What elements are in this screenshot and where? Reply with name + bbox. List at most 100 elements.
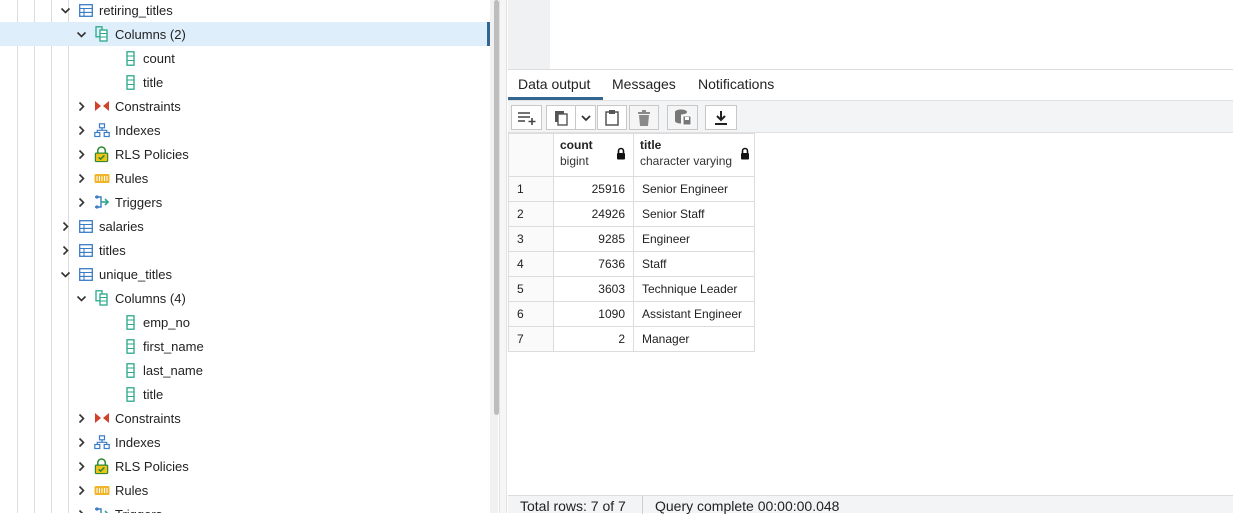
tree-item-indexes[interactable]: Indexes	[0, 430, 490, 454]
query-editor[interactable]	[508, 0, 1233, 69]
tree-item-rules[interactable]: Rules	[0, 166, 490, 190]
cell-count[interactable]: 7636	[553, 251, 634, 277]
row-number[interactable]: 2	[508, 201, 554, 227]
tree-item-rls-policies[interactable]: RLS Policies	[0, 454, 490, 478]
tree-item-rls-policies[interactable]: RLS Policies	[0, 142, 490, 166]
chevron-down-icon[interactable]	[74, 291, 88, 305]
save-data-button[interactable]	[667, 105, 698, 130]
row-number[interactable]: 6	[508, 301, 554, 327]
panel-splitter[interactable]	[499, 0, 507, 513]
table-row[interactable]: 3 9285 Engineer	[508, 226, 755, 252]
cell-title[interactable]: Senior Staff	[633, 201, 755, 227]
triggers-icon	[94, 506, 110, 513]
chevron-right-icon[interactable]	[74, 195, 88, 209]
chevron-down-icon[interactable]	[58, 267, 72, 281]
table-row[interactable]: 1 25916 Senior Engineer	[508, 176, 755, 202]
row-number[interactable]: 7	[508, 326, 554, 352]
cell-title[interactable]: Engineer	[633, 226, 755, 252]
table-row[interactable]: 2 24926 Senior Staff	[508, 201, 755, 227]
tree-item-last-name[interactable]: last_name	[0, 358, 490, 382]
column-icon	[122, 314, 138, 330]
cell-title[interactable]: Technique Leader	[633, 276, 755, 302]
tree-item-title[interactable]: title	[0, 382, 490, 406]
cell-title[interactable]: Senior Engineer	[633, 176, 755, 202]
tree-item-emp-no[interactable]: emp_no	[0, 310, 490, 334]
chevron-down-icon[interactable]	[58, 3, 72, 17]
column-icon	[122, 74, 138, 90]
tree-item-label: title	[143, 74, 164, 90]
paste-icon	[605, 110, 619, 126]
tree-item-titles[interactable]: titles	[0, 238, 490, 262]
chevron-right-icon[interactable]	[74, 459, 88, 473]
table-row[interactable]: 4 7636 Staff	[508, 251, 755, 277]
cell-title[interactable]: Staff	[633, 251, 755, 277]
table-row[interactable]: 5 3603 Technique Leader	[508, 276, 755, 302]
tree-item-constraints[interactable]: Constraints	[0, 406, 490, 430]
column-icon	[122, 362, 138, 378]
column-icon	[122, 338, 138, 354]
tree-item-unique-titles[interactable]: unique_titles	[0, 262, 490, 286]
column-header-title[interactable]: title character varying	[633, 133, 755, 177]
cell-title[interactable]: Manager	[633, 326, 755, 352]
chevron-right-icon[interactable]	[74, 411, 88, 425]
cell-title[interactable]: Assistant Engineer	[633, 301, 755, 327]
tab-data-output[interactable]: Data output	[518, 76, 590, 92]
copy-button[interactable]	[546, 105, 576, 130]
paste-button[interactable]	[597, 105, 627, 130]
download-button[interactable]	[705, 105, 737, 130]
result-tabs: Data output Messages Notifications	[508, 69, 1233, 100]
tree-item-label: retiring_titles	[99, 2, 173, 18]
chevron-right-icon[interactable]	[74, 483, 88, 497]
tree-item-rules[interactable]: Rules	[0, 478, 490, 502]
copy-options-dropdown[interactable]	[575, 105, 596, 130]
tree-item-label: Triggers	[115, 194, 163, 210]
data-output-toolbar	[508, 100, 1233, 133]
cell-count[interactable]: 24926	[553, 201, 634, 227]
row-number[interactable]: 1	[508, 176, 554, 202]
chevron-right-icon[interactable]	[74, 147, 88, 161]
tree-item-retiring-titles[interactable]: retiring_titles	[0, 0, 490, 22]
tree-item-first-name[interactable]: first_name	[0, 334, 490, 358]
row-number[interactable]: 3	[508, 226, 554, 252]
tree-item-label: Columns (2)	[115, 26, 186, 42]
tree-item-count[interactable]: count	[0, 46, 490, 70]
chevron-right-icon[interactable]	[74, 171, 88, 185]
constraints-icon	[94, 98, 110, 114]
table-row[interactable]: 6 1090 Assistant Engineer	[508, 301, 755, 327]
column-header-count[interactable]: count bigint	[553, 133, 634, 177]
add-row-button[interactable]	[511, 105, 542, 130]
delete-button[interactable]	[629, 105, 659, 130]
cell-count[interactable]: 25916	[553, 176, 634, 202]
chevron-down-icon[interactable]	[74, 27, 88, 41]
table-icon	[78, 2, 94, 18]
row-number[interactable]: 4	[508, 251, 554, 277]
tree-item-columns-2[interactable]: Columns (2)	[0, 22, 490, 46]
tree-item-label: Indexes	[115, 434, 161, 450]
tree-item-salaries[interactable]: salaries	[0, 214, 490, 238]
tree-item-triggers[interactable]: Triggers	[0, 502, 490, 513]
cell-count[interactable]: 2	[553, 326, 634, 352]
cell-count[interactable]: 1090	[553, 301, 634, 327]
tab-messages[interactable]: Messages	[612, 76, 676, 92]
tree-item-constraints[interactable]: Constraints	[0, 94, 490, 118]
grid-header-row: count bigint title character varying	[508, 133, 755, 177]
chevron-right-icon[interactable]	[74, 123, 88, 137]
chevron-right-icon[interactable]	[74, 99, 88, 113]
rules-icon	[94, 482, 110, 498]
chevron-right-icon[interactable]	[58, 243, 72, 257]
chevron-right-icon[interactable]	[74, 507, 88, 513]
tree-item-columns-4[interactable]: Columns (4)	[0, 286, 490, 310]
cell-count[interactable]: 3603	[553, 276, 634, 302]
tree-item-title[interactable]: title	[0, 70, 490, 94]
chevron-down-icon	[580, 114, 591, 121]
table-row[interactable]: 7 2 Manager	[508, 326, 755, 352]
tab-notifications[interactable]: Notifications	[698, 76, 774, 92]
delete-icon	[638, 109, 650, 126]
chevron-right-icon[interactable]	[74, 435, 88, 449]
row-number[interactable]: 5	[508, 276, 554, 302]
query-status: Query complete 00:00:00.048	[655, 498, 840, 514]
chevron-right-icon[interactable]	[58, 219, 72, 233]
cell-count[interactable]: 9285	[553, 226, 634, 252]
tree-item-triggers[interactable]: Triggers	[0, 190, 490, 214]
tree-item-indexes[interactable]: Indexes	[0, 118, 490, 142]
